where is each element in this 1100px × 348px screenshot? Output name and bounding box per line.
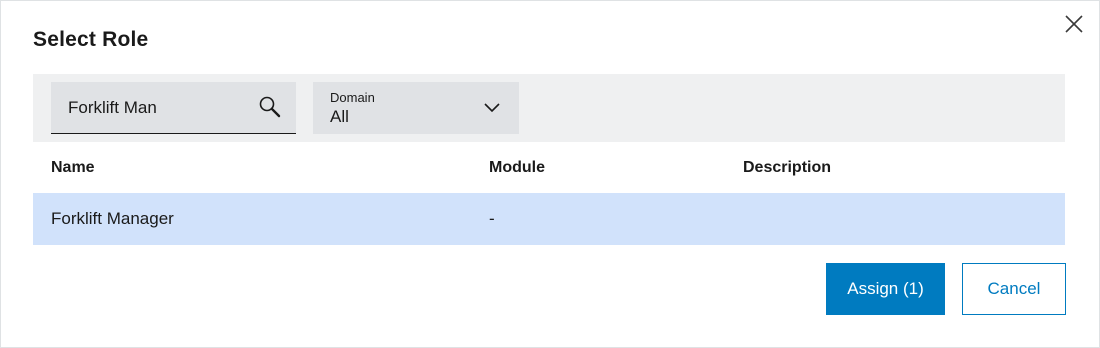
roles-table: Name Module Description Forklift Manager… — [33, 142, 1065, 245]
close-icon — [1061, 11, 1087, 37]
select-role-dialog: Select Role Forklift Man Domain All Name… — [0, 0, 1100, 348]
column-header-name[interactable]: Name — [51, 159, 95, 177]
column-header-description[interactable]: Description — [743, 159, 831, 177]
domain-select-value: All — [330, 107, 349, 126]
row-module-cell: - — [489, 209, 495, 228]
column-header-module[interactable]: Module — [489, 159, 545, 177]
close-button[interactable] — [1061, 11, 1087, 37]
search-icon[interactable] — [257, 94, 283, 120]
cancel-button[interactable]: Cancel — [962, 263, 1066, 315]
filter-bar: Forklift Man Domain All — [33, 74, 1065, 142]
table-header: Name Module Description — [33, 142, 1065, 193]
dialog-title: Select Role — [33, 28, 149, 51]
search-input[interactable]: Forklift Man — [51, 82, 296, 134]
domain-select-label: Domain — [330, 90, 375, 105]
row-name-cell: Forklift Manager — [51, 209, 174, 228]
table-row[interactable]: Forklift Manager - — [33, 193, 1065, 245]
chevron-down-icon — [481, 96, 503, 118]
domain-select[interactable]: Domain All — [313, 82, 519, 134]
assign-button[interactable]: Assign (1) — [826, 263, 945, 315]
search-input-value: Forklift Man — [68, 98, 157, 117]
